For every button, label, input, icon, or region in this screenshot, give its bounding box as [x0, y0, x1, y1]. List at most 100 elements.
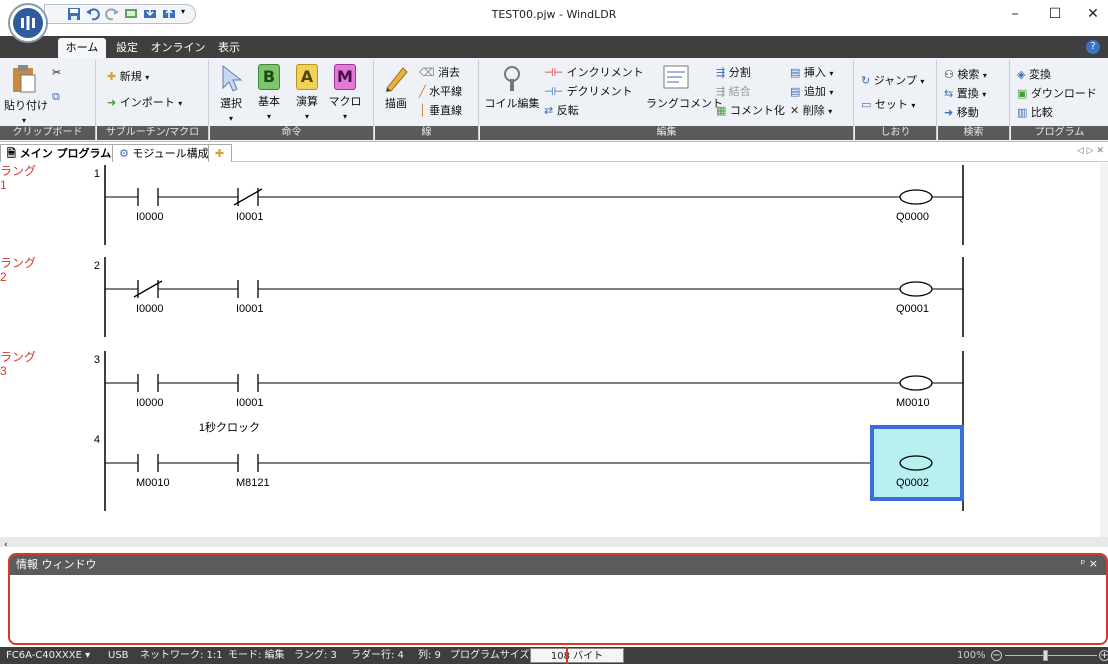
coil-edit-button[interactable]: コイル編集: [484, 64, 540, 111]
app-menu-button[interactable]: [8, 3, 48, 43]
window-title: TEST00.pjw - WindLDR: [491, 8, 617, 21]
minimize-button[interactable]: –: [1000, 6, 1030, 26]
status-program-size: 108 バイト: [530, 648, 624, 663]
help-icon[interactable]: ?: [1086, 40, 1100, 54]
basic-button[interactable]: B 基本 ▾: [252, 64, 286, 122]
contact-comment: 1秒クロック: [199, 420, 260, 434]
jump-button[interactable]: ↻ ジャンプ ▾: [861, 72, 924, 88]
tab-online[interactable]: オンライン: [148, 38, 208, 58]
group-edit: コイル編集 ⊣⊢ インクリメント ⊣⊢ デクリメント ⇄ 反転 ラングコメント …: [480, 60, 854, 140]
vertical-scrollbar[interactable]: [1100, 163, 1108, 537]
comment-out-button[interactable]: ▦ コメント化: [716, 102, 785, 118]
tab-new[interactable]: ✚: [208, 144, 232, 162]
delete-button[interactable]: ✕ 削除 ▾: [790, 102, 832, 118]
group-line: 描画 ⌫ 消去 ╱ 水平線 │ 垂直線 線: [375, 60, 479, 140]
rung-comment-label: ラングコメント: [646, 97, 723, 110]
move-label: 移動: [956, 106, 979, 119]
rung-comment-icon: [663, 65, 689, 89]
line-number: 4: [94, 434, 100, 446]
bookmark-icon: ▭: [861, 98, 872, 111]
convert-label: 変換: [1028, 68, 1051, 81]
tab-scroll-arrows[interactable]: ◁ ▷ ✕: [1077, 146, 1104, 156]
document-tabs: 🗎 メイン プログラム ⚙ モジュール構成 ✚ ◁ ▷ ✕: [0, 142, 1108, 162]
tab-home[interactable]: ホーム: [58, 38, 106, 58]
rung-comment-button[interactable]: ラングコメント: [646, 64, 723, 111]
insert-button[interactable]: ▤ 挿入 ▾: [790, 64, 833, 80]
zoom-slider-thumb[interactable]: [1043, 650, 1048, 661]
tab-view[interactable]: 表示: [212, 38, 246, 58]
windldr-logo-icon: [13, 8, 43, 38]
find-button[interactable]: ⚇ 検索 ▾: [944, 66, 987, 82]
paste-button[interactable]: 貼り付け ▾: [4, 64, 48, 126]
hline-label: 水平線: [429, 85, 463, 98]
status-column: 列: 9: [418, 650, 441, 661]
cut-button[interactable]: ✂: [52, 66, 61, 79]
erase-button[interactable]: ⌫ 消去: [419, 64, 460, 80]
merge-button[interactable]: ⇶ 結合: [716, 83, 751, 99]
rung-label: ラング: [0, 164, 36, 178]
ribbon-tab-bar: ホーム 設定 オンライン 表示 ?: [0, 36, 1108, 58]
replace-button[interactable]: ⇆ 置換 ▾: [944, 85, 986, 101]
copy-button[interactable]: ⧉: [52, 90, 60, 104]
line-number: 1: [94, 168, 100, 180]
horizontal-scrollbar[interactable]: ‹: [0, 537, 1108, 550]
rung-label: ラング: [0, 350, 36, 364]
ribbon: 貼り付け ▾ ✂ ⧉ クリップボード ✚ 新規 ▾ ➜ インポート ▾ サブルーチ…: [0, 58, 1108, 142]
tab-settings[interactable]: 設定: [110, 38, 144, 58]
coil-symbol: [899, 281, 933, 297]
increment-button[interactable]: ⊣⊢ インクリメント: [544, 64, 644, 80]
status-plc-type[interactable]: FC6A-C40XXXE ▾: [6, 647, 90, 664]
select-button[interactable]: 選択 ▾: [214, 64, 248, 124]
vline-button[interactable]: │ 垂直線: [419, 102, 462, 118]
select-label: 選択: [220, 97, 242, 110]
tab-main-program[interactable]: 🗎 メイン プログラム: [0, 144, 119, 162]
ladder-editor[interactable]: ラング 1 1 I0000 I0001 Q0000 ラング 2 2 I0000 I0001 Q0001…: [0, 163, 1100, 537]
new-icon: ✚: [107, 70, 117, 83]
jump-label: ジャンプ: [873, 74, 917, 87]
draw-button[interactable]: 描画: [379, 64, 413, 111]
append-icon: ▤: [790, 85, 801, 98]
move-button[interactable]: ➜ 移動: [944, 104, 979, 120]
horizontal-line-icon: ╱: [419, 85, 426, 98]
compare-icon: ▥: [1017, 106, 1028, 119]
compare-button[interactable]: ▥ 比較: [1017, 104, 1053, 120]
append-button[interactable]: ▤ 追加 ▾: [790, 83, 833, 99]
increment-icon: ⊣⊢: [544, 66, 564, 79]
zoom-slider-track[interactable]: [1005, 655, 1097, 656]
convert-button[interactable]: ◈ 変換: [1017, 66, 1051, 82]
decrement-icon: ⊣⊢: [544, 85, 564, 98]
decrement-button[interactable]: ⊣⊢ デクリメント: [544, 83, 633, 99]
split-button[interactable]: ⇶ 分割: [716, 64, 751, 80]
info-window-title: 情報 ウィンドウ: [10, 555, 1106, 575]
rung-number: 3: [0, 364, 7, 378]
maximize-button[interactable]: ☐: [1040, 6, 1070, 26]
paste-label: 貼り付け: [4, 99, 48, 112]
status-size-label: プログラムサイズ:: [450, 650, 533, 661]
info-window-pin-close[interactable]: ᵖ ×: [1081, 557, 1098, 570]
scroll-left-icon[interactable]: ‹: [0, 540, 8, 550]
download-button[interactable]: ▣ ダウンロード: [1017, 85, 1097, 101]
contact-address: M0010: [136, 477, 170, 489]
close-button[interactable]: ✕: [1078, 6, 1108, 26]
advanced-label: 演算: [296, 95, 318, 108]
group-label-program: プログラム: [1011, 126, 1108, 140]
merge-label: 結合: [728, 85, 751, 98]
zoom-in-icon[interactable]: +: [1099, 650, 1108, 661]
set-button[interactable]: ▭ セット ▾: [861, 96, 915, 112]
import-button[interactable]: ➜ インポート ▾: [107, 94, 182, 110]
tab-module-config[interactable]: ⚙ モジュール構成: [112, 144, 216, 162]
module-config-icon: ⚙: [119, 147, 129, 160]
advanced-button[interactable]: A 演算 ▾: [290, 64, 324, 122]
tab-main-program-label: メイン プログラム: [19, 147, 112, 160]
contact-address: M8121: [236, 477, 270, 489]
import-label: インポート: [119, 96, 175, 109]
title-bar: ▾ TEST00.pjw - WindLDR – ☐ ✕: [0, 0, 1108, 43]
hline-button[interactable]: ╱ 水平線: [419, 83, 462, 99]
new-button[interactable]: ✚ 新規 ▾: [107, 68, 149, 84]
contact-address: I0000: [136, 211, 164, 223]
invert-button[interactable]: ⇄ 反転: [544, 102, 579, 118]
delete-label: 削除: [802, 104, 825, 117]
group-bookmark: ↻ ジャンプ ▾ ▭ セット ▾ しおり: [855, 60, 937, 140]
zoom-out-icon[interactable]: −: [991, 650, 1002, 661]
macro-button[interactable]: M マクロ ▾: [328, 64, 362, 122]
